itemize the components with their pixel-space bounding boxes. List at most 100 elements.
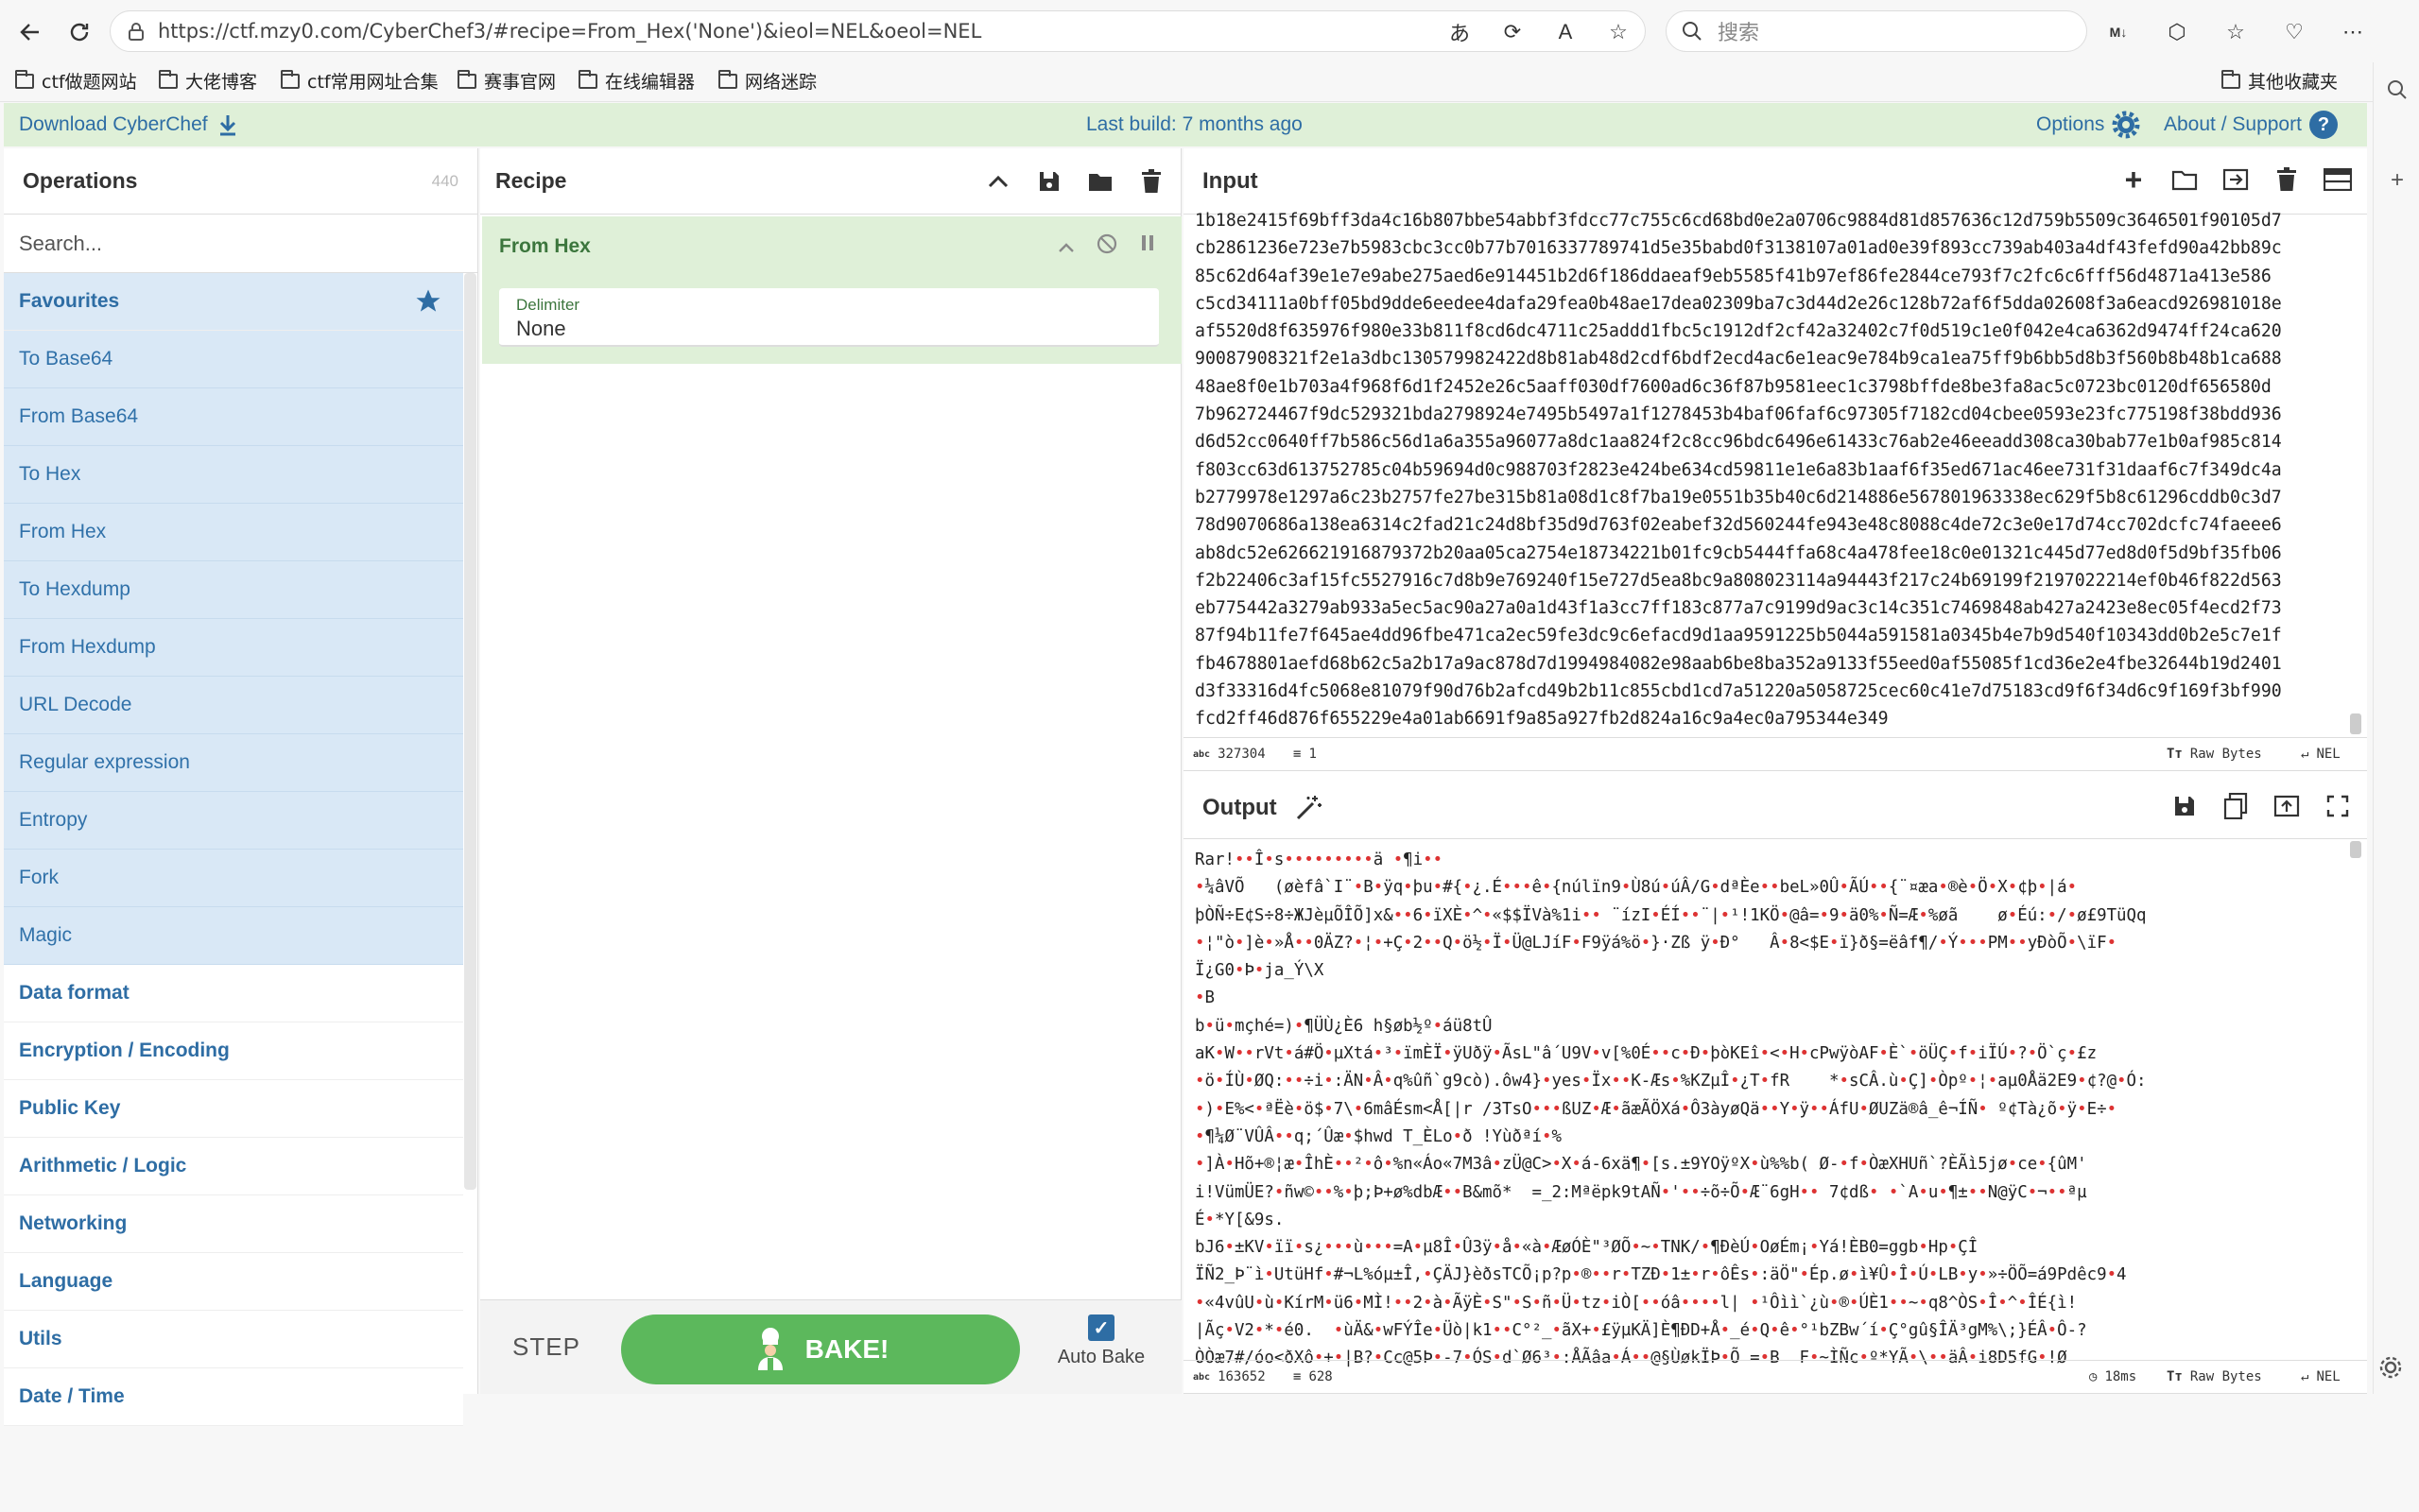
operations-scrollbar[interactable] — [464, 273, 476, 1190]
extensions-icon[interactable]: ⬡ — [2157, 13, 2197, 51]
favorites-icon[interactable]: ☆ — [2216, 13, 2255, 51]
recipe-ingredient-from-hex[interactable]: From Hex Delimiter None — [482, 216, 1182, 364]
clock-icon: ◷ — [2089, 1369, 2098, 1384]
settings-gear-icon[interactable] — [2378, 1355, 2403, 1380]
output-line: ÏÑ2_Þ¨ì•UtüHf•#¬L%óµ±Î,•ÇÄJ}èðsTCÕ¡p?p•®… — [1195, 1265, 2127, 1285]
bookmark-folder[interactable]: ctf做题网站 — [15, 68, 137, 94]
lock-icon — [126, 21, 147, 42]
bookmark-folder[interactable]: 在线编辑器 — [579, 68, 695, 94]
clear-input-trash-icon[interactable] — [2272, 165, 2301, 194]
browser-sidebar: + — [2373, 62, 2419, 1394]
address-bar[interactable]: https://ctf.mzy0.com/CyberChef3/#recipe=… — [110, 10, 1646, 52]
operation-to-base64[interactable]: To Base64 — [4, 331, 463, 388]
input-line: 87f94b11fe7f645ae4dd96fbe471ca2ec59fe3dc… — [1195, 626, 2282, 646]
operation-magic[interactable]: Magic — [4, 907, 463, 965]
category-language[interactable]: Language — [4, 1253, 463, 1311]
output-scrollbar[interactable] — [2350, 841, 2361, 858]
operation-entropy[interactable]: Entropy — [4, 792, 463, 850]
input-eol[interactable]: ↵ NEL — [2301, 747, 2341, 762]
maximise-output-icon[interactable] — [2324, 792, 2352, 820]
operation-from-base64[interactable]: From Base64 — [4, 388, 463, 446]
input-scrollbar[interactable] — [2350, 713, 2361, 734]
autobake-checkbox-checked-icon[interactable]: ✓ — [1088, 1314, 1114, 1341]
translate-icon[interactable]: あ — [1446, 19, 1473, 45]
operations-search-input[interactable]: Search... — [4, 215, 477, 273]
output-bake-time: ◷ 18ms — [2089, 1369, 2137, 1384]
category-data-format[interactable]: Data format — [4, 965, 463, 1022]
other-bookmarks-folder[interactable]: 其他收藏夹 — [2221, 68, 2338, 94]
output-line: þÒÑ÷E¢S÷8÷ЖJèµÕÎÕ]x&••6•ïXÈ•^•«$$ÏVà%1i•… — [1195, 905, 2147, 925]
category-public-key[interactable]: Public Key — [4, 1080, 463, 1138]
step-button[interactable]: STEP — [512, 1332, 580, 1362]
folder-icon — [579, 69, 597, 89]
read-aloud-icon[interactable]: A — [1552, 19, 1579, 45]
search-sidebar-icon[interactable] — [2385, 77, 2410, 102]
save-output-icon[interactable] — [2170, 792, 2199, 820]
browser-essentials-icon[interactable]: ♡ — [2274, 13, 2314, 51]
bookmark-folder[interactable]: 大佬博客 — [159, 68, 257, 94]
extension-md-icon[interactable]: M↓ — [2099, 13, 2138, 51]
back-icon[interactable] — [11, 13, 49, 51]
output-line: •B — [1195, 988, 1215, 1008]
input-line: f803cc63d613752785c04b59694d0c988703f282… — [1195, 459, 2282, 480]
options-link[interactable]: Options — [2036, 111, 2140, 139]
category-favourites[interactable]: Favourites — [4, 273, 463, 331]
bookmark-folder[interactable]: 网络迷踪 — [718, 68, 817, 94]
magic-wand-icon[interactable] — [1294, 794, 1322, 822]
collapse-ingredient-chevron-icon[interactable] — [1059, 233, 1074, 260]
about-support-link[interactable]: About / Support ? — [2164, 111, 2338, 139]
browser-search-input[interactable]: 搜索 — [1666, 10, 2087, 52]
operation-to-hex[interactable]: To Hex — [4, 446, 463, 504]
category-utils[interactable]: Utils — [4, 1311, 463, 1368]
category-encryption-encoding[interactable]: Encryption / Encoding — [4, 1022, 463, 1080]
input-line: 78d9070686a138ea6314c2fad21c24d8bf35d9d7… — [1195, 515, 2282, 536]
delimiter-select[interactable]: Delimiter None — [499, 288, 1159, 347]
refresh-icon[interactable] — [60, 13, 98, 51]
category-networking[interactable]: Networking — [4, 1195, 463, 1253]
operation-to-hexdump[interactable]: To Hexdump — [4, 561, 463, 619]
operation-from-hex[interactable]: From Hex — [4, 504, 463, 561]
input-line: ab8dc52e626621916879372b20aa05ca2754e187… — [1195, 542, 2282, 563]
replace-input-icon[interactable] — [2272, 792, 2301, 820]
open-folder-icon[interactable] — [2170, 165, 2199, 194]
output-eol[interactable]: ↵ NEL — [2301, 1369, 2341, 1384]
operations-panel: Operations 440 Search... Favourites To B… — [4, 148, 478, 1426]
category-date-time[interactable]: Date / Time — [4, 1368, 463, 1426]
operation-from-hexdump[interactable]: From Hexdump — [4, 619, 463, 677]
download-cyberchef-link[interactable]: Download CyberChef — [19, 113, 238, 136]
save-recipe-icon[interactable] — [1035, 167, 1063, 196]
ingredient-title: From Hex — [499, 235, 591, 257]
bake-button[interactable]: BAKE! — [621, 1314, 1020, 1384]
abc-icon: abc — [1193, 748, 1211, 760]
clear-recipe-trash-icon[interactable] — [1137, 167, 1166, 196]
input-line: f2b22406c3af15fc5527916c7d8b9e769240f15e… — [1195, 570, 2282, 591]
reset-layout-icon[interactable] — [2324, 165, 2352, 194]
operation-regular-expression[interactable]: Regular expression — [4, 734, 463, 792]
bookmark-folder[interactable]: 赛事官网 — [458, 68, 556, 94]
input-title: Input + — [1184, 148, 2367, 215]
sync-icon[interactable]: ⟳ — [1499, 19, 1526, 45]
input-textarea[interactable]: 1b18e2415f69bff3da4c16b807bbe54abbf3fdcc… — [1195, 207, 2356, 736]
input-line: cb2861236e723e7b5983cbc3cc0b77b701633778… — [1195, 238, 2282, 259]
output-textarea[interactable]: Rar!••Î•s•••••••••ä •¶i•• •¼âVÕ (øèfâ`I¨•… — [1195, 847, 2356, 1512]
operation-fork[interactable]: Fork — [4, 850, 463, 907]
collapse-chevron-up-icon[interactable] — [984, 167, 1012, 196]
open-file-icon[interactable] — [2221, 165, 2250, 194]
operation-url-decode[interactable]: URL Decode — [4, 677, 463, 734]
folder-icon — [15, 69, 34, 89]
star-icon — [416, 289, 441, 312]
autobake-toggle[interactable]: ✓ Auto Bake — [1054, 1314, 1149, 1368]
load-recipe-folder-icon[interactable] — [1086, 167, 1114, 196]
favorite-star-icon[interactable]: ☆ — [1605, 19, 1632, 45]
add-input-tab-icon[interactable]: + — [2119, 163, 2148, 197]
output-encoding[interactable]: Tт Raw Bytes — [2167, 1369, 2262, 1384]
more-menu-icon[interactable]: ⋯ — [2333, 13, 2373, 51]
input-status-bar: abc 327304 ≡ 1 Tт Raw Bytes ↵ NEL — [1184, 737, 2367, 771]
bookmark-folder[interactable]: ctf常用网址合集 — [281, 68, 439, 94]
disable-ingredient-icon[interactable] — [1097, 233, 1117, 260]
add-sidebar-icon[interactable]: + — [2385, 167, 2410, 193]
copy-output-icon[interactable] — [2221, 792, 2250, 820]
category-arithmetic-logic[interactable]: Arithmetic / Logic — [4, 1138, 463, 1195]
input-encoding[interactable]: Tт Raw Bytes — [2167, 747, 2262, 762]
pause-breakpoint-icon[interactable] — [1140, 233, 1155, 260]
